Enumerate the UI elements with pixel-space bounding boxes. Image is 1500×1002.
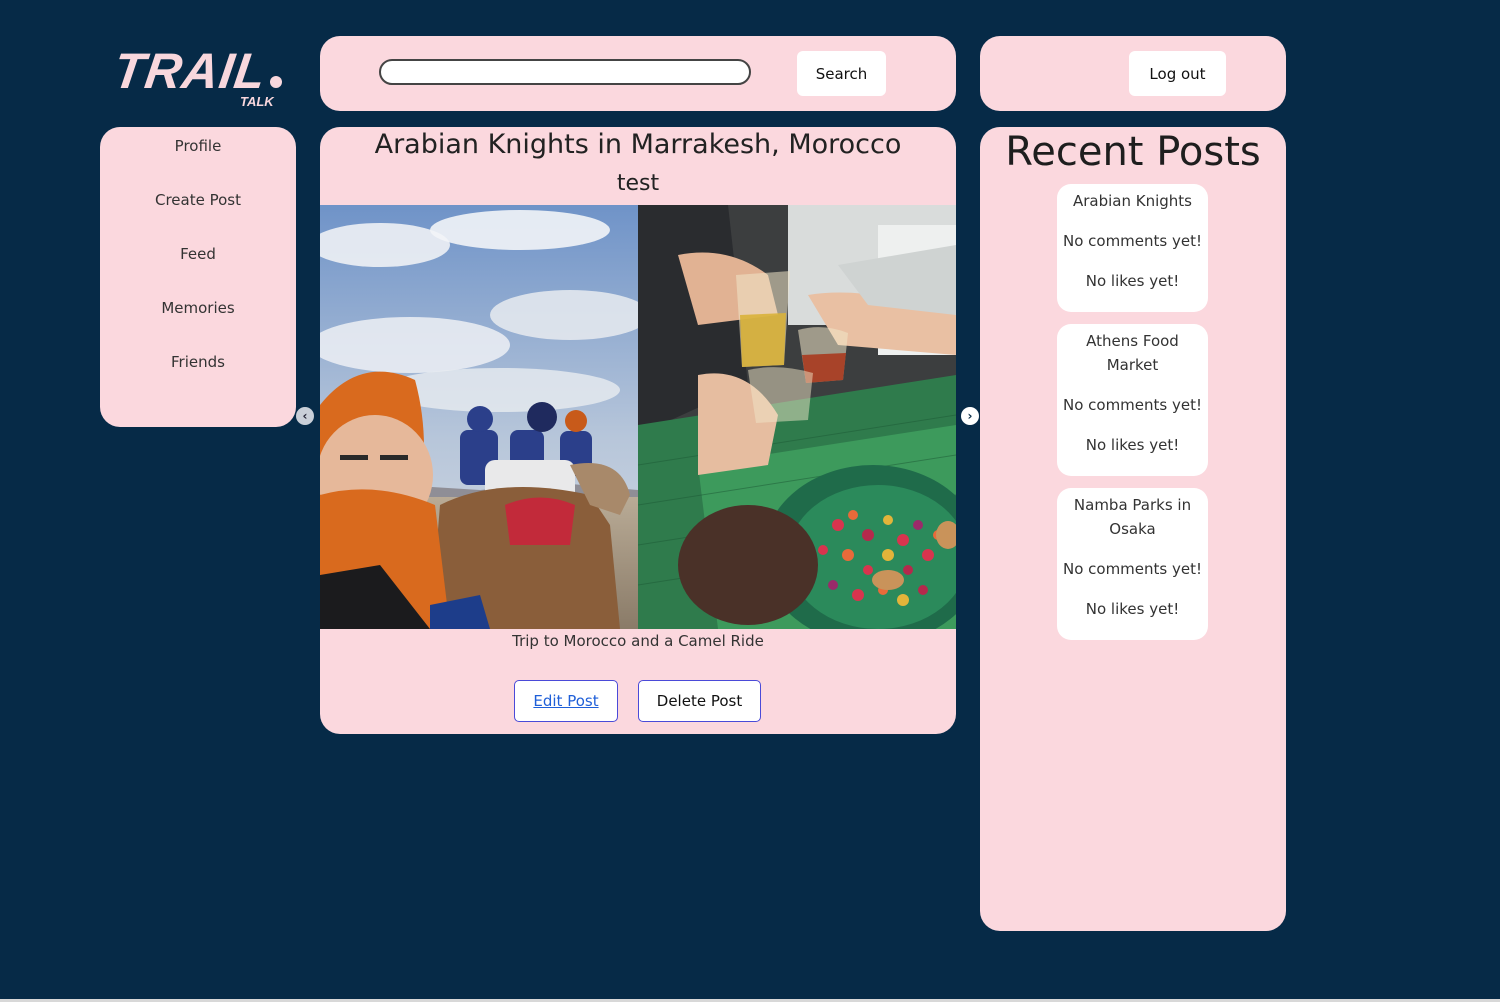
logo-subtext: TALK — [240, 94, 274, 109]
search-button[interactable]: Search — [797, 51, 886, 96]
recent-posts-panel: Recent Posts Arabian Knights No comments… — [980, 127, 1286, 931]
sidebar-item-create-post[interactable]: Create Post — [100, 191, 296, 209]
recent-post-likes: No likes yet! — [1085, 272, 1180, 290]
camel-ride-image — [320, 205, 638, 629]
account-panel: Log out — [980, 36, 1286, 111]
recent-post-name: Arabian Knights — [1072, 192, 1192, 210]
trail-talk-logo[interactable]: TRAIL TALK — [110, 40, 290, 115]
recent-post-comments: No comments yet! — [1062, 232, 1202, 250]
recent-posts-title: Recent Posts — [1005, 129, 1261, 175]
recent-post-card[interactable]: Arabian Knights No comments yet! No like… — [1057, 184, 1208, 312]
recent-post-comments: No comments yet! — [1062, 560, 1202, 578]
post-card: Arabian Knights in Marrakesh, Morocco te… — [320, 127, 956, 734]
recent-post-likes: No likes yet! — [1085, 436, 1180, 454]
post-caption: Trip to Morocco and a Camel Ride — [512, 632, 764, 650]
sidebar-item-feed[interactable]: Feed — [100, 245, 296, 263]
edit-post-button[interactable]: Edit Post — [514, 680, 618, 722]
logo-dot — [270, 76, 282, 88]
search-bar-panel: Search — [320, 36, 956, 111]
tea-toast-photo — [638, 205, 956, 629]
recent-post-likes: No likes yet! — [1085, 600, 1180, 618]
logo-wordmark: TRAIL — [110, 43, 271, 99]
sidebar-item-profile[interactable]: Profile — [100, 137, 296, 155]
sidebar-item-memories[interactable]: Memories — [100, 299, 296, 317]
logout-button[interactable]: Log out — [1129, 51, 1226, 96]
sidebar-item-friends[interactable]: Friends — [100, 353, 296, 371]
tea-toast-image — [638, 205, 956, 629]
sidebar-nav: Profile Create Post Feed Memories Friend… — [100, 127, 296, 427]
carousel-next-icon[interactable]: › — [961, 407, 979, 425]
recent-post-name: Namba Parks in Osaka — [1073, 496, 1192, 538]
search-input[interactable] — [379, 59, 751, 85]
post-title: Arabian Knights in Marrakesh, Morocco — [374, 129, 902, 160]
recent-post-card[interactable]: Athens Food Market No comments yet! No l… — [1057, 324, 1208, 476]
post-subtitle: test — [616, 171, 660, 196]
camel-ride-photo — [320, 205, 638, 629]
delete-post-button[interactable]: Delete Post — [638, 680, 761, 722]
recent-post-name: Athens Food Market — [1086, 332, 1179, 374]
recent-post-comments: No comments yet! — [1062, 396, 1202, 414]
carousel-prev-icon[interactable]: ‹ — [296, 407, 314, 425]
recent-post-card[interactable]: Namba Parks in Osaka No comments yet! No… — [1057, 488, 1208, 640]
